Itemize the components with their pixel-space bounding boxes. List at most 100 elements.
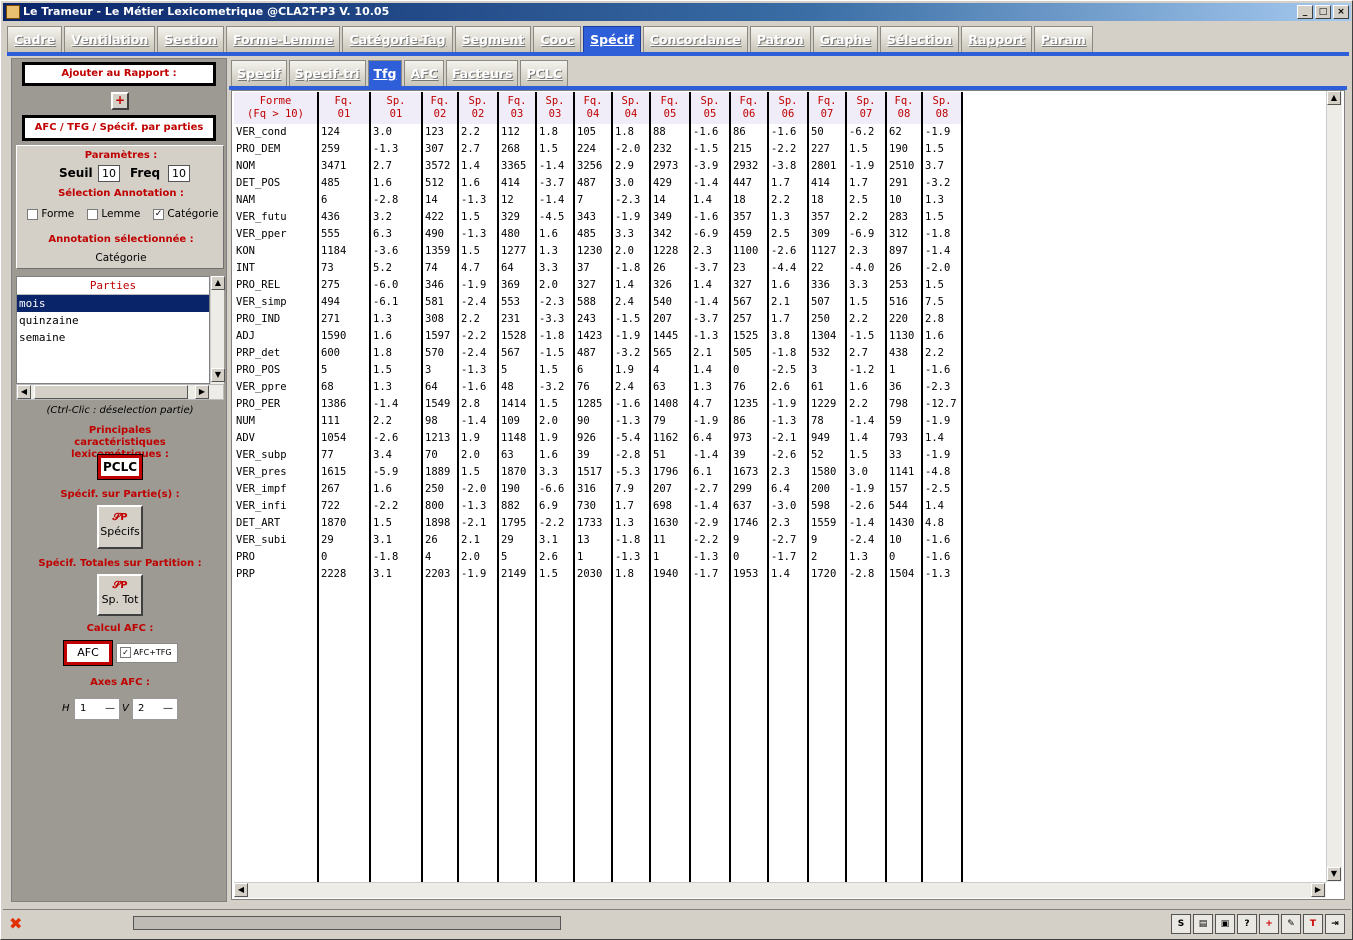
table-row[interactable]: PRP 2228 3.1 2203 -1.9 2149 1.5 2030 1.8 1940 -1.7… [234, 566, 963, 583]
pclc-button[interactable]: PCLC [97, 454, 143, 480]
sub-tab-1[interactable]: Specif-tri [288, 60, 366, 86]
sub-tab-4[interactable]: Facteurs [445, 60, 519, 86]
exit-icon[interactable]: ⇥ [1325, 914, 1345, 934]
column-header[interactable]: Fq. 03 [498, 92, 537, 124]
column-header[interactable]: Sp. 04 [612, 92, 651, 124]
table-row[interactable]: NUM 111 2.2 98 -1.4 109 2.0 90 -1.3 79 -1.9 86 -1.3 7… [234, 413, 963, 430]
table-vscroll[interactable]: ▲ ▼ [1326, 91, 1342, 882]
scroll-left-icon[interactable]: ◀ [234, 883, 248, 897]
column-header[interactable]: Sp. 06 [768, 92, 809, 124]
help-icon[interactable]: ? [1237, 914, 1257, 934]
minimize-button[interactable]: _ [1297, 5, 1313, 19]
table-row[interactable]: DET_ART 1870 1.5 1898 -2.1 1795 -2.2 1733 1.3 163… [234, 515, 963, 532]
lemme-checkbox[interactable] [87, 208, 98, 220]
partie-item[interactable]: mois [17, 295, 209, 312]
table-row[interactable]: NOM 3471 2.7 3572 1.4 3365 -1.4 3256 2.9 2973 -3.9… [234, 158, 963, 175]
afc-button[interactable]: AFC [63, 640, 113, 666]
folder-icon[interactable]: ▣ [1215, 914, 1235, 934]
column-header[interactable]: Sp. 08 [922, 92, 963, 124]
column-header[interactable]: Fq. 01 [318, 92, 371, 124]
hscroll-thumb[interactable] [34, 385, 188, 399]
column-header[interactable]: Fq. 02 [422, 92, 459, 124]
scroll-down-icon[interactable]: ▼ [1327, 867, 1341, 881]
table-row[interactable]: VER_subp 77 3.4 70 2.0 63 1.6 39 -2.8 51 -1.4 39 -2.… [234, 447, 963, 464]
main-tab-7[interactable]: Spécif [583, 26, 641, 52]
sub-tab-3[interactable]: AFC [404, 60, 444, 86]
main-tab-3[interactable]: Forme-Lemme [225, 26, 341, 52]
main-tab-5[interactable]: Segment [454, 26, 532, 52]
sub-tab-5[interactable]: PCLC [520, 60, 568, 86]
column-header[interactable]: Fq. 04 [574, 92, 613, 124]
axis-v-select[interactable]: 2— [132, 698, 178, 720]
table-row[interactable]: NAM 6 -2.8 14 -1.3 12 -1.4 7 -2.3 14 1.4 18 2.2 18 2.5… [234, 192, 963, 209]
main-tab-0[interactable]: Cadre [7, 26, 63, 52]
main-tab-10[interactable]: Graphe [812, 26, 878, 52]
sptot-button[interactable]: 𝓢P Sp. Tot [97, 574, 143, 616]
main-tab-12[interactable]: Rapport [961, 26, 1032, 52]
sub-tab-0[interactable]: Specif [231, 60, 287, 86]
table-row[interactable]: VER_subi 29 3.1 26 2.1 29 3.1 13 -1.8 11 -2.2 9 -2.7… [234, 532, 963, 549]
column-header[interactable]: Sp. 03 [536, 92, 575, 124]
table-hscroll[interactable]: ◀ ▶ [234, 882, 1326, 898]
column-header[interactable]: Sp. 02 [458, 92, 499, 124]
trameur-icon[interactable]: T [1303, 914, 1323, 934]
table-row[interactable]: VER_futu 436 3.2 422 1.5 329 -4.5 343 -1.9 349 -1.… [234, 209, 963, 226]
close-button[interactable]: × [1333, 5, 1349, 19]
afc-tfg-checkbox[interactable]: ✓ [120, 647, 131, 658]
afc-tfg-option[interactable]: ✓ AFC+TFG [116, 643, 178, 663]
categorie-checkbox[interactable]: ✓ [153, 208, 164, 220]
main-tab-8[interactable]: Concordance [642, 26, 748, 52]
option-lemme[interactable]: Lemme [87, 208, 140, 220]
table-row[interactable]: ADV 1054 -2.6 1213 1.9 1148 1.9 926 -5.4 1162 6.4 9… [234, 430, 963, 447]
column-header[interactable]: Fq. 05 [650, 92, 691, 124]
open-folder-icon[interactable]: ▤ [1193, 914, 1213, 934]
table-row[interactable]: ADJ 1590 1.6 1597 -2.2 1528 -1.8 1423 -1.9 1445 -1… [234, 328, 963, 345]
scroll-down-icon[interactable]: ▼ [211, 368, 225, 382]
table-row[interactable]: VER_pper 555 6.3 490 -1.3 480 1.6 485 3.3 342 -6.9… [234, 226, 963, 243]
parties-hscroll[interactable]: ◀ ▶ [16, 384, 224, 400]
forme-checkbox[interactable] [27, 208, 38, 220]
column-header[interactable]: Forme (Fq > 10) [234, 92, 319, 124]
table-row[interactable]: PRO_DEM 259 -1.3 307 2.7 268 1.5 224 -2.0 232 -1.5… [234, 141, 963, 158]
main-tab-2[interactable]: Section [157, 26, 224, 52]
table-row[interactable]: DET_POS 485 1.6 512 1.6 414 -3.7 487 3.0 429 -1.4 4… [234, 175, 963, 192]
table-row[interactable]: PRO_REL 275 -6.0 346 -1.9 369 2.0 327 1.4 326 1.4 3… [234, 277, 963, 294]
main-tab-9[interactable]: Patron [749, 26, 811, 52]
partie-item[interactable]: quinzaine [17, 312, 209, 329]
column-header[interactable]: Fq. 07 [808, 92, 847, 124]
add-icon[interactable]: + [1259, 914, 1279, 934]
table-row[interactable]: PRO_IND 271 1.3 308 2.2 231 -3.3 243 -1.5 207 -3.7… [234, 311, 963, 328]
table-row[interactable]: PRP_det 600 1.8 570 -2.4 567 -1.5 487 -3.2 565 2.1… [234, 345, 963, 362]
sub-tab-2[interactable]: Tfg [367, 60, 403, 86]
table-row[interactable]: VER_infi 722 -2.2 800 -1.3 882 6.9 730 1.7 698 -1.… [234, 498, 963, 515]
column-header[interactable]: Fq. 08 [886, 92, 923, 124]
edit-icon[interactable]: ✎ [1281, 914, 1301, 934]
scroll-up-icon[interactable]: ▲ [211, 276, 225, 290]
close-icon[interactable]: ✖ [9, 914, 22, 933]
column-header[interactable]: Sp. 07 [846, 92, 887, 124]
option-categorie[interactable]: ✓ Catégorie [153, 208, 218, 220]
parties-vscroll[interactable]: ▲ ▼ [210, 276, 225, 384]
main-tab-6[interactable]: Cooc [533, 26, 582, 52]
seuil-input[interactable]: 10 [98, 165, 120, 182]
table-row[interactable]: VER_simp 494 -6.1 581 -2.4 553 -2.3 588 2.4 540 -1… [234, 294, 963, 311]
specifs-button[interactable]: 𝓢P Spécifs [97, 505, 143, 549]
table-row[interactable]: VER_ppre 68 1.3 64 -1.6 48 -3.2 76 2.4 63 1.3 76 2.6… [234, 379, 963, 396]
scroll-left-icon[interactable]: ◀ [17, 385, 31, 399]
partie-item[interactable]: semaine [17, 329, 209, 346]
scroll-up-icon[interactable]: ▲ [1327, 91, 1341, 105]
column-header[interactable]: Sp. 01 [370, 92, 423, 124]
main-tab-13[interactable]: Param [1033, 26, 1093, 52]
save-icon[interactable]: S [1171, 914, 1191, 934]
table-row[interactable]: VER_impf 267 1.6 250 -2.0 190 -6.6 316 7.9 207 -2.… [234, 481, 963, 498]
main-tab-11[interactable]: Sélection [879, 26, 960, 52]
column-header[interactable]: Fq. 06 [730, 92, 769, 124]
axis-h-select[interactable]: 1— [74, 698, 120, 720]
table-row[interactable]: VER_cond 124 3.0 123 2.2 112 1.8 105 1.8 88 -1.6 86… [234, 124, 963, 141]
table-row[interactable]: INT 73 5.2 74 4.7 64 3.3 37 -1.8 26 -3.7 23 -4.4 22 -4… [234, 260, 963, 277]
add-to-report-button[interactable]: + [111, 92, 129, 110]
table-row[interactable]: PRO 0 -1.8 4 2.0 5 2.6 1 -1.3 1 -1.3 0 -1.7 2 1.3 0 -1.6 [234, 549, 963, 566]
scroll-right-icon[interactable]: ▶ [195, 385, 209, 399]
maximize-button[interactable]: □ [1315, 5, 1331, 19]
main-tab-4[interactable]: Catégorie-Tag [342, 26, 453, 52]
